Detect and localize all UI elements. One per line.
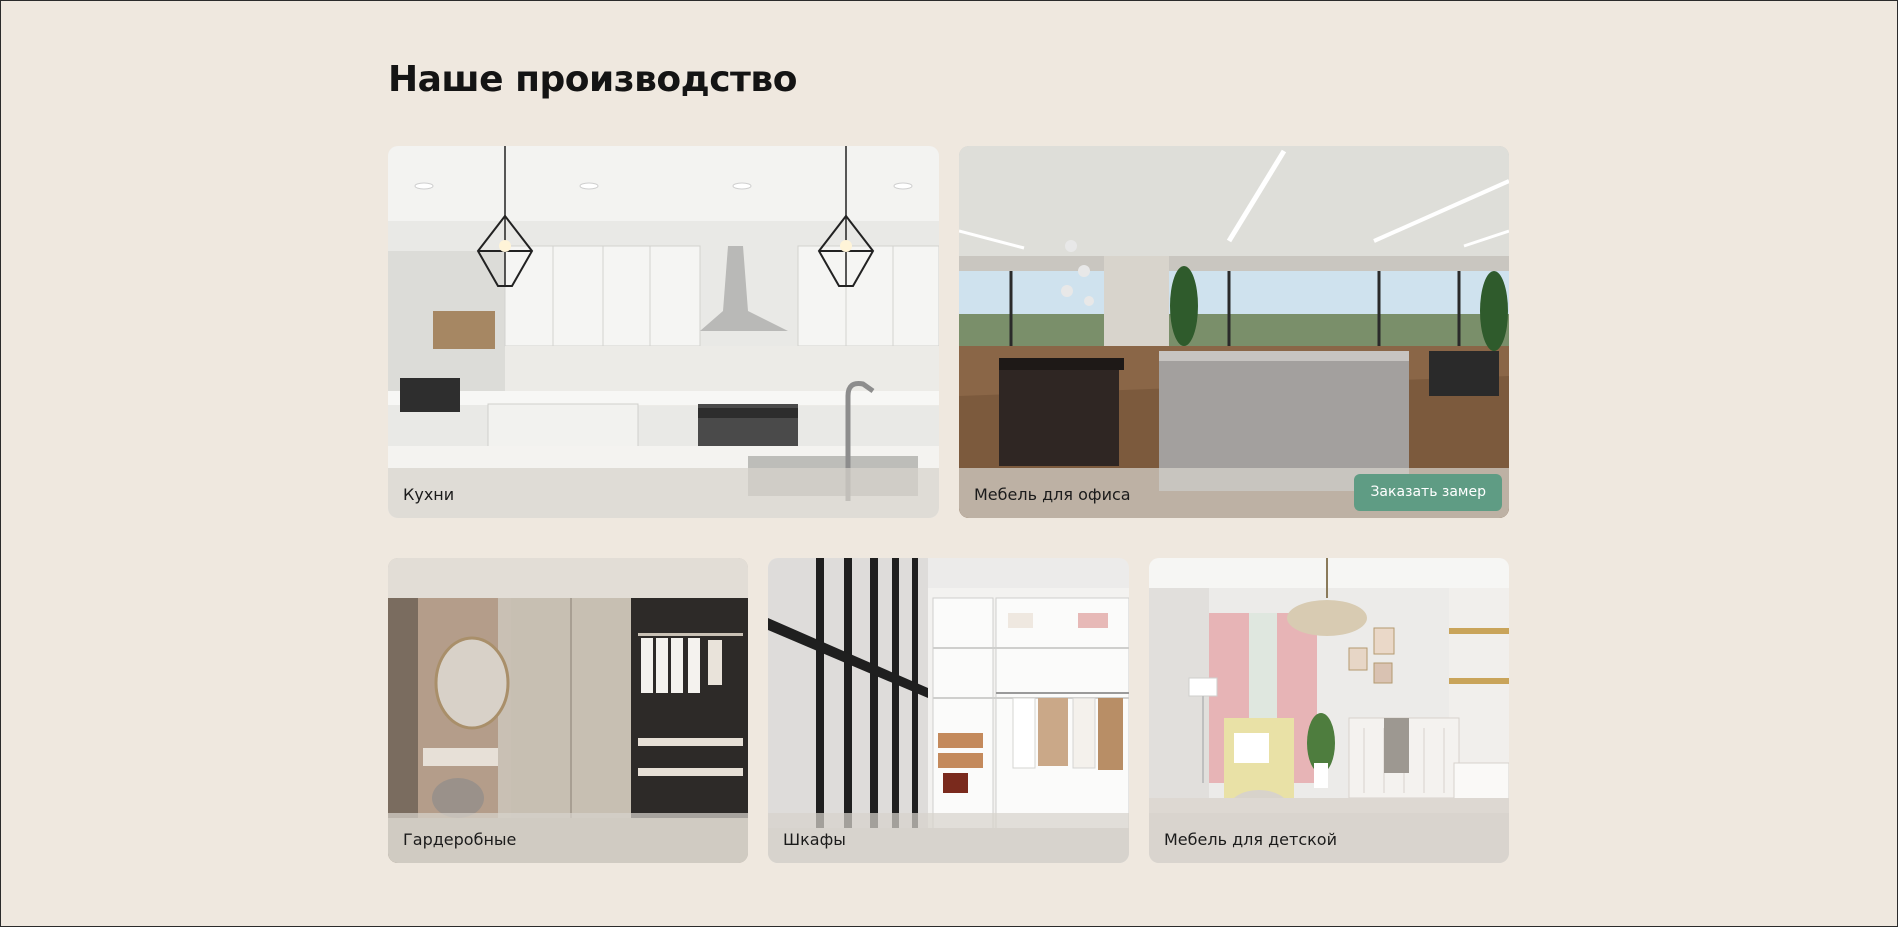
card-label: Мебель для детской [1164,830,1337,849]
kitchen-photo [388,146,939,518]
card-label: Шкафы [783,830,846,849]
card-wardrobes[interactable]: Шкафы [768,558,1129,863]
office-photo [959,146,1509,518]
card-walkin-closets[interactable]: Гардеробные [388,558,748,863]
card-kids-furniture[interactable]: Мебель для детской [1149,558,1509,863]
card-kitchens[interactable]: Кухни [388,146,939,518]
section-title: Наше производство [388,59,797,100]
card-label: Кухни [403,485,455,504]
card-label: Мебель для офиса [974,485,1131,504]
caption-bar [388,468,939,518]
card-label: Гардеробные [403,830,517,849]
card-office[interactable]: Мебель для офиса Заказать замер [959,146,1509,518]
order-measurement-button[interactable]: Заказать замер [1354,474,1502,511]
